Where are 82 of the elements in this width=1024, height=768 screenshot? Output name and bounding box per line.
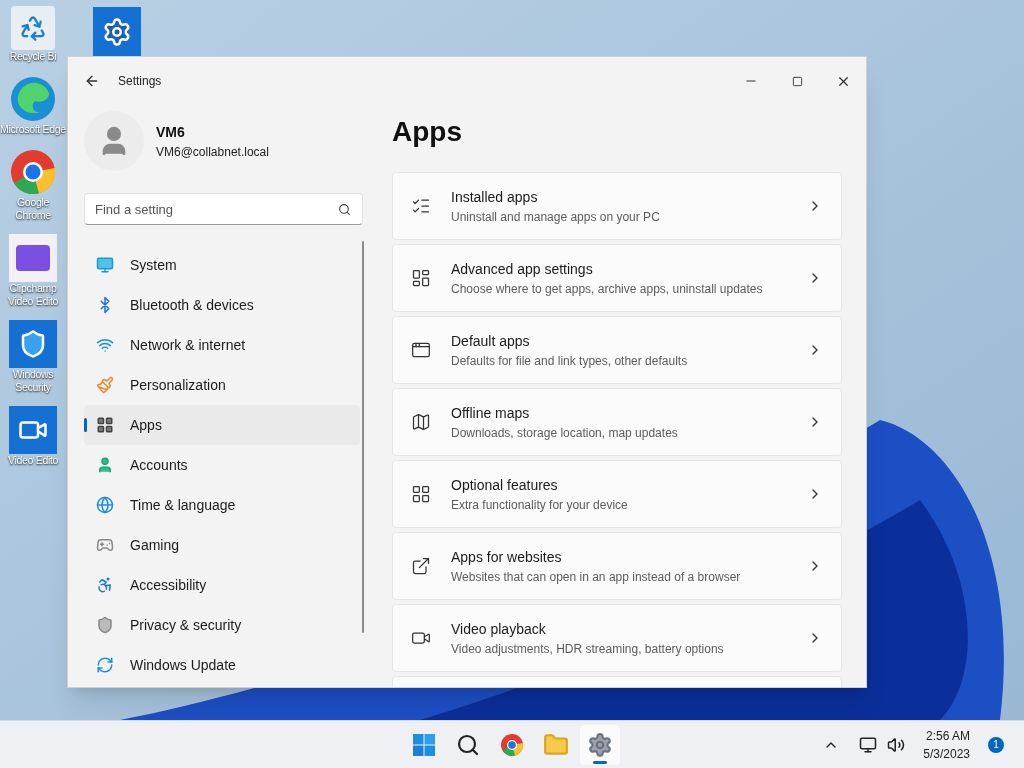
shield-icon (9, 320, 57, 368)
monitor-icon (96, 256, 114, 274)
desktop-shortcut-icon[interactable] (93, 7, 141, 56)
film-icon (9, 406, 57, 454)
folder-icon (543, 732, 569, 758)
clock-date[interactable]: 5/3/2023 (923, 744, 970, 763)
nav-label: Gaming (130, 535, 180, 555)
browser-logo-icon (500, 733, 524, 757)
page-title: Apps (392, 115, 463, 149)
card-title: Apps for websites (451, 547, 563, 567)
scrollbar[interactable] (362, 241, 364, 633)
link-window-icon (411, 556, 431, 576)
map-icon (411, 412, 431, 432)
user-name: VM6 (156, 122, 186, 142)
search-icon (456, 733, 480, 757)
apps-icon (96, 416, 114, 434)
search-icon (338, 203, 351, 216)
nav-item[interactable]: Bluetooth & devices (84, 285, 360, 325)
card-title: Offline maps (451, 403, 531, 423)
card-subtitle: Defaults for file and link types, other defaults (451, 352, 689, 370)
settings-icon (587, 732, 613, 758)
settings-card[interactable]: Installed apps Uninstall and manage apps on your PC (392, 172, 842, 240)
settings-card[interactable]: Advanced app settings Choose where to get apps, archive apps, uninstall updates (392, 244, 842, 312)
browser-logo-icon (9, 75, 57, 123)
nav-label: Privacy & security (130, 615, 242, 635)
settings-card[interactable]: Offline maps Downloads, storage location, map updates (392, 388, 842, 456)
wifi-icon (96, 336, 114, 354)
volume-icon[interactable] (887, 735, 906, 754)
card-title: Advanced app settings (451, 259, 594, 279)
card-title: Default apps (451, 331, 531, 351)
card-subtitle: Uninstall and manage apps on your PC (451, 208, 661, 226)
settings-card[interactable]: Apps for websites Websites that can open in an app instead of a browser (392, 532, 842, 600)
recycle-bin-icon (11, 6, 55, 50)
nav-item[interactable]: Accounts (84, 445, 360, 485)
paintbrush-icon (96, 376, 114, 394)
card-title: Optional features (451, 475, 559, 495)
settings-card[interactable]: Video playback Video adjustments, HDR streaming, battery options (392, 604, 842, 672)
windows-logo-icon (412, 733, 436, 757)
shield-icon (96, 616, 114, 634)
window-title: Settings (118, 73, 162, 90)
nav-item[interactable]: Accessibility (84, 565, 360, 605)
refresh-icon (96, 656, 114, 674)
gamepad-icon (96, 536, 114, 554)
settings-card[interactable]: Optional features Extra functionality for your device (392, 460, 842, 528)
nav-label: Windows Update (130, 655, 236, 675)
person-icon (96, 456, 114, 474)
nav-item[interactable]: Gaming (84, 525, 360, 565)
card-title: Video playback (451, 619, 547, 639)
card-title: Installed apps (451, 187, 539, 207)
nav-item[interactable]: Privacy & security (84, 605, 360, 645)
gear-icon (102, 16, 132, 47)
card-subtitle: Downloads, storage location, map updates (451, 424, 679, 442)
accessibility-icon (96, 576, 114, 594)
nav-label: Apps (130, 415, 162, 435)
nav-item[interactable]: Time & language (84, 485, 360, 525)
card-subtitle: Extra functionality for your device (451, 496, 629, 514)
nav-label: Accessibility (130, 575, 207, 595)
nav-label: Accounts (130, 455, 188, 475)
nav-label: Time & language (130, 495, 236, 515)
user-email: VM6@collabnet.local (156, 143, 269, 161)
clock-time[interactable]: 2:56 AM (925, 726, 970, 745)
active-indicator (593, 761, 607, 764)
nav-item[interactable]: Windows Update (84, 645, 360, 685)
nav-item[interactable]: System (84, 245, 360, 285)
settings-card[interactable]: Default apps Defaults for file and link types, other defaults (392, 316, 842, 384)
search-field[interactable]: Find a setting (84, 193, 363, 225)
selection-indicator (84, 418, 87, 432)
back-button[interactable] (84, 73, 100, 89)
browser-logo-icon (9, 148, 57, 196)
nav-label: Network & internet (130, 335, 246, 355)
network-icon[interactable] (859, 735, 878, 754)
nav-label: Bluetooth & devices (130, 295, 254, 315)
card-subtitle: Choose where to get apps, archive apps, uninstall updates (451, 280, 764, 298)
nav-item[interactable]: Personalization (84, 365, 360, 405)
nav-item[interactable]: Network & internet (84, 325, 360, 365)
nav-item[interactable]: Apps (84, 405, 360, 445)
maximize-icon (791, 75, 803, 87)
card-subtitle: Websites that can open in an app instead of a browser (451, 568, 742, 586)
card-subtitle: Video adjustments, HDR streaming, battery options (451, 640, 725, 658)
nav-label: System (130, 255, 177, 275)
nav-label: Personalization (130, 375, 226, 395)
notification-badge[interactable]: 1 (988, 736, 1004, 753)
